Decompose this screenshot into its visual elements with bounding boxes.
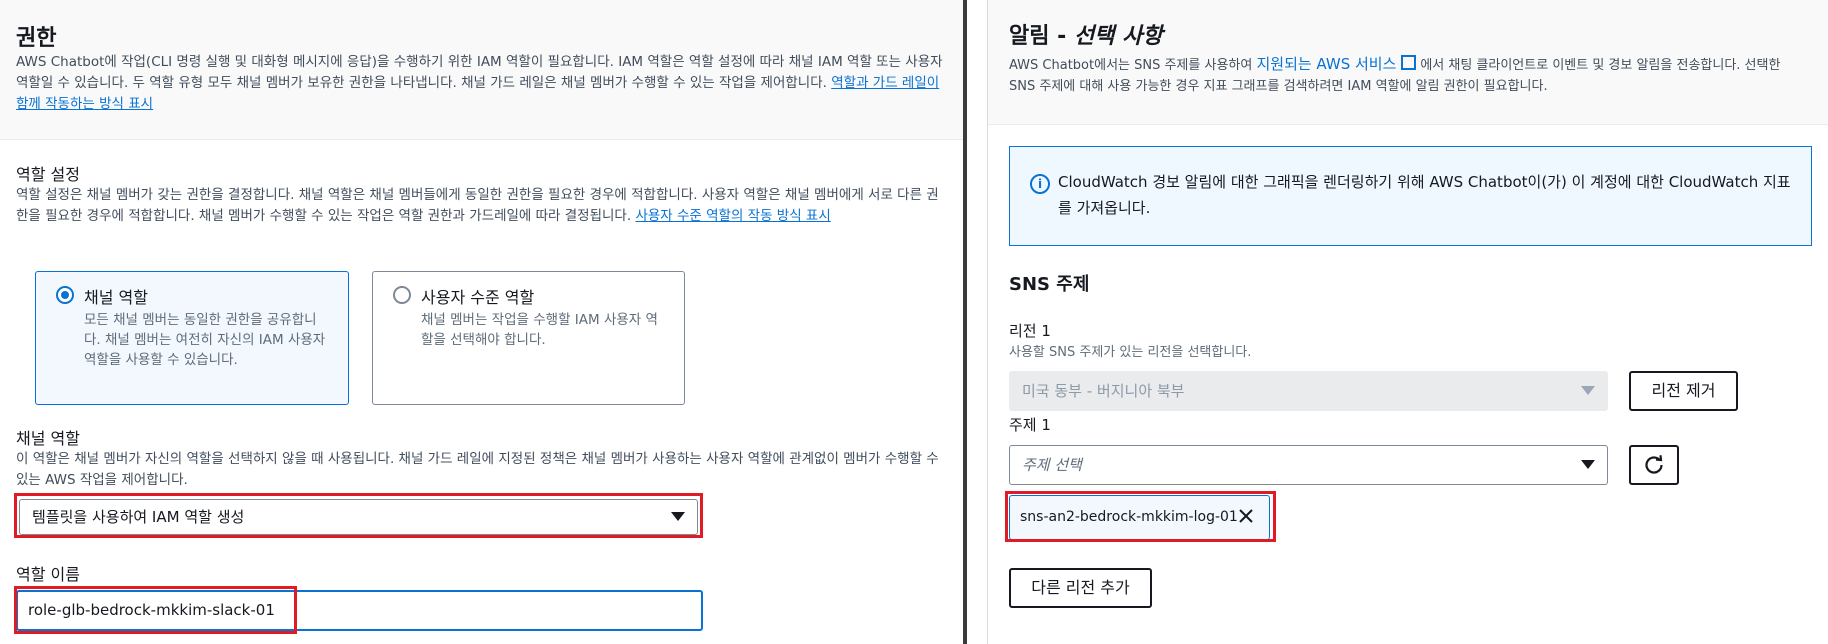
radio-channel-role[interactable] [56, 286, 74, 304]
chevron-down-icon [1581, 386, 1595, 395]
channel-role-description: 이 역할은 채널 멤버가 자신의 역할을 선택하지 않을 때 사용됩니다. 채널… [16, 451, 939, 488]
external-link-icon [1401, 55, 1417, 70]
topic-1-placeholder: 주제 선택 [1022, 456, 1082, 474]
tile-channel-role[interactable]: 채널 역할 모든 채널 멤버는 동일한 권한을 공유합니다. 채널 멤버는 여전… [35, 271, 349, 405]
radio-user-level-role[interactable] [393, 286, 411, 304]
remove-region-button[interactable]: 리전 제거 [1629, 371, 1738, 411]
tile-channel-role-desc: 모든 채널 멤버는 동일한 권한을 공유합니다. 채널 멤버는 여전히 자신의 … [84, 312, 326, 368]
sns-topics-heading: SNS 주제 [1009, 274, 1090, 295]
cloudwatch-info-alert: i CloudWatch 경보 알림에 대한 그래픽을 렌더링하기 위해 AWS… [1009, 146, 1812, 246]
tile-channel-role-title: 채널 역할 [84, 288, 148, 307]
permissions-panel: 권한 AWS Chatbot에 작업(CLI 명령 실행 및 대화형 메시지에 … [0, 0, 963, 644]
notifications-description: AWS Chatbot에서는 SNS 주제를 사용하여 지원되는 AWS 서비스… [1009, 54, 1809, 97]
region-1-select-value: 미국 동부 - 버지니아 북부 [1022, 382, 1185, 400]
chevron-down-icon [1581, 460, 1595, 469]
annotation-highlight-role-name [14, 586, 297, 634]
permissions-title: 권한 [16, 26, 57, 51]
permissions-header: 권한 AWS Chatbot에 작업(CLI 명령 실행 및 대화형 메시지에 … [0, 0, 963, 140]
topic-1-select[interactable]: 주제 선택 [1009, 445, 1608, 485]
notifications-panel: 알림 - 선택 사항 AWS Chatbot에서는 SNS 주제를 사용하여 지… [987, 0, 1828, 644]
tile-user-level-role-title: 사용자 수준 역할 [421, 288, 535, 307]
role-name-label: 역할 이름 [16, 565, 80, 584]
notifications-title-optional: 선택 사항 [1073, 24, 1163, 49]
annotation-highlight-channel-role [14, 493, 703, 538]
region-1-label: 리전 1 [1009, 322, 1051, 340]
topic-1-label: 주제 1 [1009, 416, 1051, 434]
notifications-title-text: 알림 - [1009, 24, 1074, 49]
panel-gap [967, 0, 989, 644]
refresh-topics-button[interactable] [1629, 445, 1679, 485]
notifications-title: 알림 - 선택 사항 [1009, 18, 1163, 50]
info-icon: i [1030, 174, 1050, 194]
refresh-icon [1645, 455, 1663, 474]
notifications-desc-before: AWS Chatbot에서는 SNS 주제를 사용하여 [1009, 58, 1257, 73]
supported-services-link-text: 지원되는 AWS 서비스 [1256, 55, 1397, 73]
role-settings-label: 역할 설정 [16, 165, 80, 184]
cloudwatch-info-text: CloudWatch 경보 알림에 대한 그래픽을 렌더링하기 위해 AWS C… [1058, 173, 1791, 217]
supported-services-link[interactable]: 지원되는 AWS 서비스 [1256, 55, 1417, 73]
region-1-hint: 사용할 SNS 주제가 있는 리전을 선택합니다. [1009, 345, 1252, 360]
user-role-help-link[interactable]: 사용자 수준 역할의 작동 방식 표시 [635, 208, 830, 224]
permissions-description-text: AWS Chatbot에 작업(CLI 명령 실행 및 대화형 메시지에 응답)… [16, 54, 943, 91]
notifications-header: 알림 - 선택 사항 AWS Chatbot에서는 SNS 주제를 사용하여 지… [988, 0, 1828, 125]
role-settings-description: 역할 설정은 채널 멤버가 갖는 권한을 결정합니다. 채널 역할은 채널 멤버… [16, 185, 944, 227]
add-another-region-button[interactable]: 다른 리전 추가 [1009, 568, 1152, 608]
region-1-select: 미국 동부 - 버지니아 북부 [1009, 371, 1608, 411]
tile-user-level-role-desc: 채널 멤버는 작업을 수행할 IAM 사용자 역할을 선택해야 합니다. [421, 312, 658, 348]
annotation-highlight-topic [1005, 491, 1276, 542]
tile-user-level-role[interactable]: 사용자 수준 역할 채널 멤버는 작업을 수행할 IAM 사용자 역할을 선택해… [372, 271, 685, 405]
channel-role-label: 채널 역할 [16, 429, 80, 448]
permissions-description: AWS Chatbot에 작업(CLI 명령 실행 및 대화형 메시지에 응답)… [16, 52, 944, 115]
